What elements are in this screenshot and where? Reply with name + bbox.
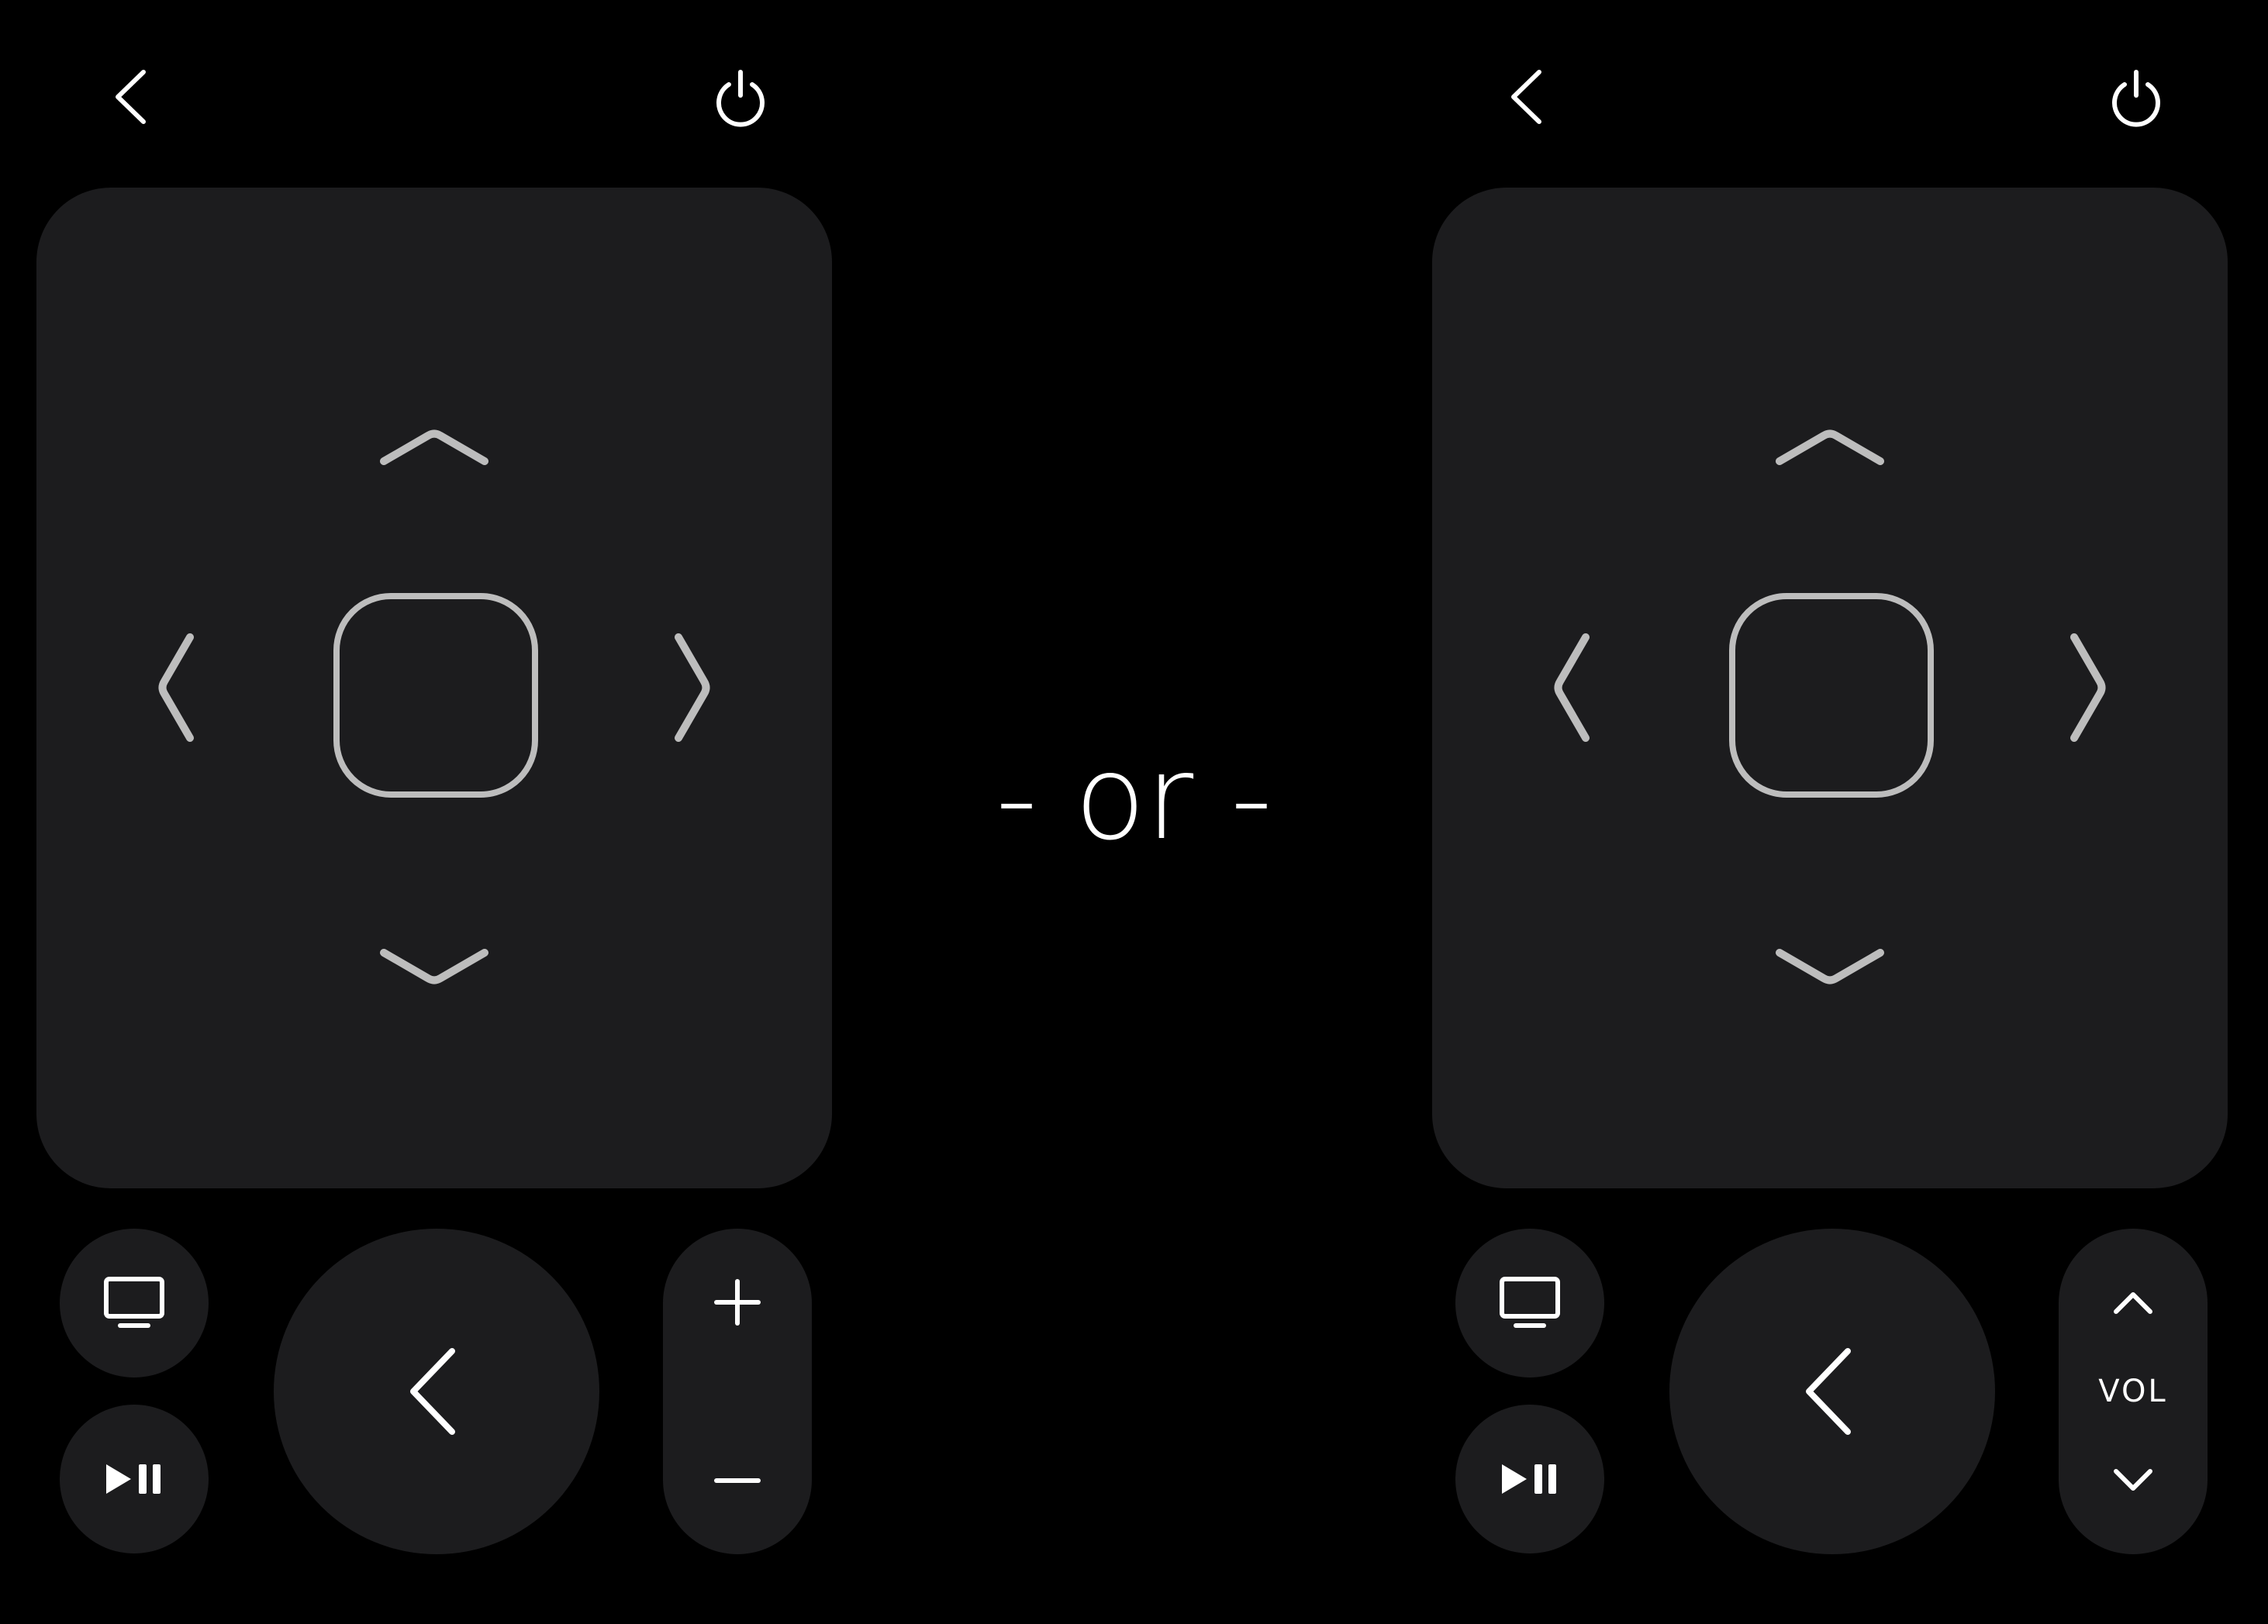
volume-rocker [663, 1229, 812, 1554]
volume-down-button[interactable] [2059, 1422, 2208, 1539]
chevron-left-icon [116, 70, 146, 124]
rounded-square-icon [333, 593, 538, 798]
tv-icon [104, 1277, 164, 1328]
tv-button[interactable] [1455, 1229, 1604, 1377]
chevron-down-icon [380, 949, 488, 984]
remote-comparison-screen: - or - VOL [0, 0, 2268, 1624]
chevron-left-icon [158, 633, 194, 742]
volume-rocker: VOL [2059, 1229, 2208, 1554]
volume-down-button[interactable] [663, 1422, 812, 1539]
volume-label: VOL [2098, 1374, 2168, 1409]
tv-icon [1500, 1277, 1560, 1328]
touchpad[interactable] [36, 188, 832, 1188]
plus-icon [714, 1279, 761, 1326]
tv-button[interactable] [60, 1229, 209, 1377]
dpad-right-button[interactable] [646, 622, 739, 753]
play-pause-button[interactable] [1455, 1405, 1604, 1553]
chevron-right-icon [675, 633, 710, 742]
nav-back-button[interactable] [89, 54, 174, 140]
dpad-up-button[interactable] [1768, 401, 1892, 494]
power-icon [2112, 70, 2160, 127]
chevron-left-icon [410, 1348, 455, 1435]
rounded-square-icon [1729, 593, 1934, 798]
dpad-select-button[interactable] [327, 587, 544, 804]
chevron-right-icon [2070, 633, 2106, 742]
dpad-select-button[interactable] [1723, 587, 1940, 804]
chevron-left-icon [1511, 70, 1541, 124]
chevron-down-icon [1776, 949, 1884, 984]
chevron-down-icon [2114, 1469, 2152, 1491]
separator-text: - or - [995, 731, 1273, 866]
power-button[interactable] [698, 54, 783, 140]
remote-variant-plus-minus [23, 0, 837, 1624]
back-button[interactable] [1669, 1229, 1995, 1554]
chevron-up-icon [1776, 429, 1884, 465]
dpad-up-button[interactable] [372, 401, 496, 494]
dpad-right-button[interactable] [2042, 622, 2135, 753]
power-button[interactable] [2094, 54, 2179, 140]
chevron-up-icon [2114, 1292, 2152, 1314]
play-pause-icon [106, 1464, 161, 1494]
dpad-left-button[interactable] [129, 622, 223, 753]
play-pause-button[interactable] [60, 1405, 209, 1553]
back-button[interactable] [274, 1229, 599, 1554]
dpad-down-button[interactable] [1768, 920, 1892, 1013]
touchpad[interactable] [1432, 188, 2228, 1188]
remote-variant-vol-label: VOL [1419, 0, 2233, 1624]
volume-up-button[interactable] [663, 1244, 812, 1360]
dpad-down-button[interactable] [372, 920, 496, 1013]
dpad-left-button[interactable] [1525, 622, 1618, 753]
chevron-up-icon [380, 429, 488, 465]
nav-back-button[interactable] [1485, 54, 1570, 140]
power-icon [716, 70, 765, 127]
minus-icon [714, 1478, 761, 1483]
chevron-left-icon [1554, 633, 1590, 742]
volume-up-button[interactable] [2059, 1244, 2208, 1360]
play-pause-icon [1502, 1464, 1556, 1494]
chevron-left-icon [1806, 1348, 1851, 1435]
